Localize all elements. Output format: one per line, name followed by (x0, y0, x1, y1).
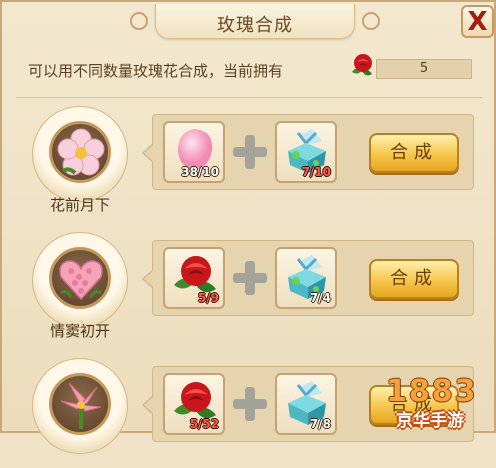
recipe-name: 花前月下 (49, 196, 110, 214)
recipe-medallion (32, 232, 128, 328)
recipe-row: 情窦初开 5/9 7/4 合成 (2, 232, 496, 342)
combine-button[interactable]: 合成 (369, 259, 459, 299)
plus-icon (233, 261, 267, 295)
divider (16, 97, 482, 98)
watermark-text: 京华手游 (396, 411, 464, 431)
recipe-ingredients: 38/10 7/10 合成 (142, 114, 474, 190)
ingredient-slot-a[interactable]: 5/52 (163, 373, 225, 435)
rose-icon (352, 54, 372, 76)
owned-count: 5 (376, 59, 472, 79)
ingredient-slot-a[interactable]: 38/10 (163, 121, 225, 183)
ingredient-slot-b[interactable]: 7/10 (275, 121, 337, 183)
owned-info-text: 可以用不同数量玫瑰花合成，当前拥有 (28, 62, 284, 80)
ingredient-count: 5/9 (197, 291, 219, 305)
peach-blossom-icon (57, 128, 105, 176)
watermark-number: 1883 (386, 374, 478, 409)
title-banner: 玫瑰合成 (130, 4, 380, 39)
panel-title: 玫瑰合成 (217, 15, 293, 36)
ingredient-count: 7/8 (309, 417, 331, 431)
combine-button[interactable]: 合成 (369, 133, 459, 173)
site-watermark: 1883 京华手游 (378, 374, 496, 434)
lily-bouquet-icon (60, 382, 102, 429)
plus-icon (233, 135, 267, 169)
heart-bouquet-icon (59, 260, 103, 301)
recipe-name: 情窦初开 (49, 322, 110, 340)
recipe-medallion (32, 106, 128, 202)
ingredient-count: 7/4 (309, 291, 331, 305)
close-button[interactable]: X (461, 5, 494, 38)
plus-icon (233, 387, 267, 421)
ingredient-slot-b[interactable]: 7/4 (275, 247, 337, 309)
ingredient-slot-a[interactable]: 5/9 (163, 247, 225, 309)
rose-synthesis-panel: 玫瑰合成 X 可以用不同数量玫瑰花合成，当前拥有 5 花前月下 38/10 7/… (0, 0, 496, 454)
recipe-ingredients: 5/9 7/4 合成 (142, 240, 474, 316)
ingredient-count: 5/52 (189, 417, 219, 431)
ingredient-slot-b[interactable]: 7/8 (275, 373, 337, 435)
recipe-row: 花前月下 38/10 7/10 合成 (2, 106, 496, 216)
recipe-medallion (32, 358, 128, 454)
ingredient-count: 38/10 (181, 165, 219, 179)
ingredient-count: 7/10 (301, 165, 331, 179)
